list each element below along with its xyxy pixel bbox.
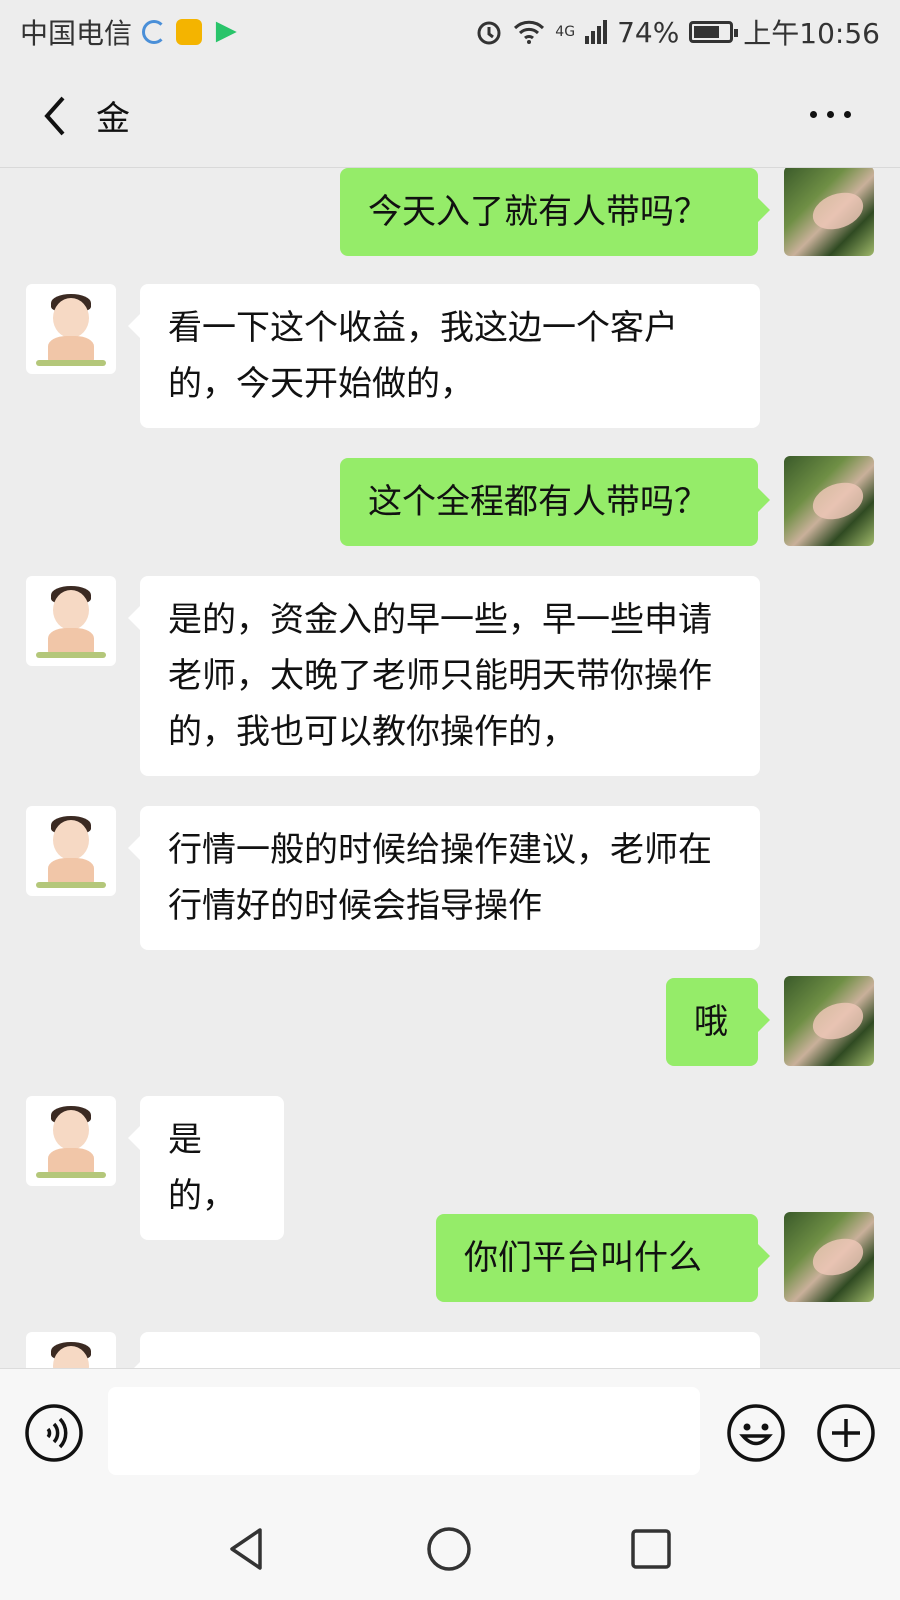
carrier-label: 中国电信 (20, 17, 133, 50)
system-nav-bar (0, 1496, 900, 1600)
battery-fill (694, 26, 720, 38)
battery-percent: 74% (617, 15, 680, 49)
message-bubble-other[interactable]: 是的，资金入的早一些，早一些申请老师，太晚了老师只能明天带你操作的，我也可以教你… (128, 576, 760, 776)
message-bubble-other[interactable]: 行情一般的时候给操作建议，老师在行情好的时候会指导操作 (128, 806, 760, 950)
message-bubble-self[interactable]: 今天入了就有人带吗？ (340, 168, 770, 256)
more-functions-button[interactable] (816, 1403, 876, 1463)
message-bubble-other-partial[interactable] (128, 1332, 760, 1368)
chat-title: 金 (96, 99, 130, 139)
contact-avatar[interactable] (26, 284, 116, 374)
wifi-icon (514, 20, 545, 44)
contact-avatar[interactable] (26, 806, 116, 896)
self-avatar[interactable] (784, 1212, 874, 1302)
message-bubble-self[interactable]: 哦 (666, 978, 770, 1066)
status-right: 4G 74% 上午10:56 (475, 12, 880, 52)
nav-back-icon[interactable] (222, 1524, 272, 1574)
signal-icon (585, 20, 608, 44)
status-bar: 中国电信 4G 74% 上午10:56 (0, 0, 900, 64)
message-bubble-other[interactable]: 看一下这个收益，我这边一个客户的，今天开始做的， (128, 284, 760, 428)
more-button[interactable] (800, 94, 860, 134)
emoji-button[interactable] (726, 1403, 786, 1463)
back-button[interactable] (24, 86, 84, 146)
clock: 上午10:56 (743, 17, 880, 50)
self-avatar[interactable] (784, 976, 874, 1066)
message-bubble-self[interactable]: 这个全程都有人带吗？ (340, 458, 770, 546)
battery-icon (689, 21, 739, 43)
alarm-icon (477, 21, 501, 45)
nav-home-icon[interactable] (424, 1524, 474, 1574)
message-bubble-self[interactable]: 你们平台叫什么 (436, 1214, 770, 1302)
chevron-left-icon (44, 96, 65, 135)
input-bar (0, 1368, 900, 1496)
plus-icon (817, 1404, 875, 1462)
voice-icon (25, 1404, 83, 1462)
message-bubble-other[interactable]: 是的， (128, 1096, 284, 1240)
message-list[interactable]: 今天入了就有人带吗？ 看一下这个收益，我这边一个客户的，今天开始做的， 这个全程… (0, 168, 900, 1368)
contact-avatar[interactable] (26, 1096, 116, 1186)
status-left: 中国电信 (20, 12, 238, 52)
app-notification-icon (176, 19, 203, 45)
contact-avatar[interactable] (26, 576, 116, 666)
self-avatar[interactable] (784, 168, 874, 256)
video-app-icon (215, 21, 237, 43)
message-input[interactable] (108, 1387, 700, 1475)
chat-header: 金 (0, 64, 900, 168)
nav-recent-apps-icon[interactable] (626, 1524, 676, 1574)
emoji-icon (727, 1404, 785, 1462)
contact-avatar[interactable] (26, 1332, 116, 1368)
network-type-label: 4G (555, 24, 576, 40)
more-dots-icon (809, 110, 817, 118)
sync-icon (142, 20, 167, 44)
self-avatar[interactable] (784, 456, 874, 546)
voice-button[interactable] (24, 1403, 84, 1463)
